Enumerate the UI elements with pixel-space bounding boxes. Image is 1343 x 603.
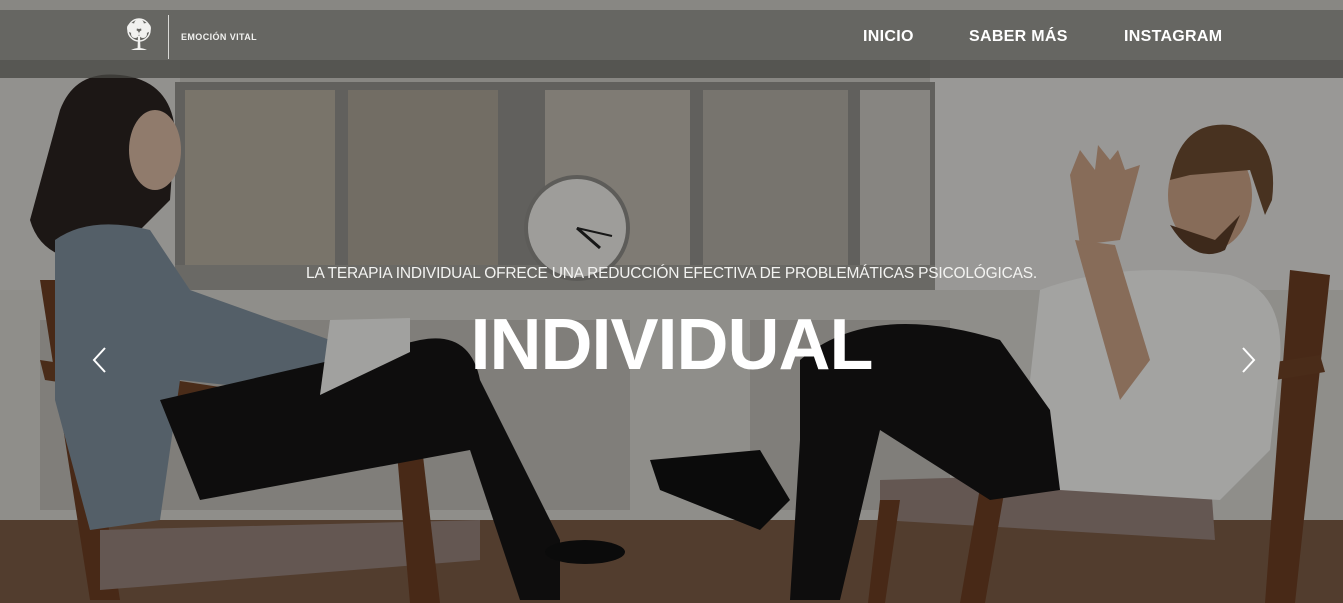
nav-link-inicio[interactable]: INICIO bbox=[863, 28, 914, 46]
navbar-shadow-strip bbox=[0, 60, 1343, 78]
hero-carousel: EMOCIÓN VITAL INICIO SABER MÁS INSTAGRAM… bbox=[0, 0, 1343, 603]
brand-logo[interactable]: EMOCIÓN VITAL bbox=[118, 14, 257, 60]
chevron-left-icon bbox=[92, 347, 106, 373]
logo-divider bbox=[168, 15, 169, 59]
brand-name: EMOCIÓN VITAL bbox=[181, 32, 258, 42]
carousel-next-button[interactable] bbox=[1232, 340, 1262, 380]
hero-title: INDIVIDUAL bbox=[470, 305, 874, 385]
chevron-right-icon bbox=[1242, 347, 1256, 373]
nav-link-saber-mas[interactable]: SABER MÁS bbox=[969, 28, 1068, 46]
hero-subtitle: LA TERAPIA INDIVIDUAL OFRECE UNA REDUCCI… bbox=[306, 265, 1037, 282]
hero-background-photo bbox=[0, 0, 1343, 603]
tree-icon bbox=[127, 18, 151, 50]
carousel-prev-button[interactable] bbox=[86, 340, 116, 380]
nav-link-instagram[interactable]: INSTAGRAM bbox=[1124, 28, 1222, 46]
